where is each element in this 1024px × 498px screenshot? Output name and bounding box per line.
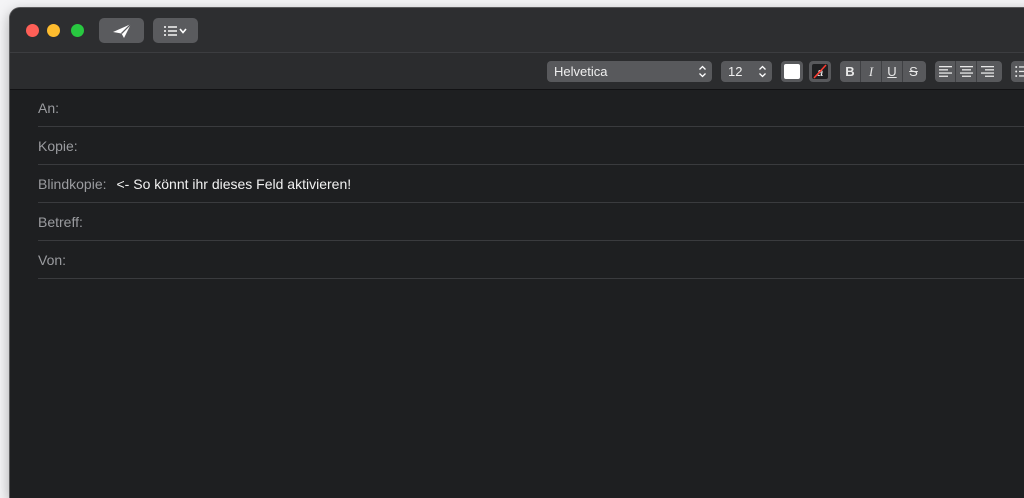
zoom-window-button[interactable] [71, 24, 84, 37]
subject-field[interactable]: Betreff: [38, 203, 1024, 241]
text-color-fill [784, 64, 800, 79]
bulleted-list-button[interactable] [1011, 61, 1024, 82]
paper-plane-icon [112, 23, 131, 38]
text-color-well[interactable] [781, 61, 803, 82]
background-color-fill: a [812, 64, 828, 79]
cc-label: Kopie: [38, 137, 78, 154]
font-family-popup[interactable]: Helvetica [547, 61, 712, 82]
align-right-icon [981, 66, 994, 77]
align-left-icon [938, 66, 952, 77]
close-window-button[interactable] [26, 24, 39, 37]
font-size-popup[interactable]: 12 [721, 61, 772, 82]
background-color-well[interactable]: a [809, 61, 831, 82]
strikethrough-button[interactable]: S [903, 61, 924, 82]
send-button[interactable] [99, 18, 144, 43]
header-fields: An: Kopie: Blindkopie: <- So könnt ihr d… [38, 89, 1024, 279]
text-style-control: B I U S [840, 61, 926, 82]
header-fields-menu-button[interactable] [153, 18, 198, 43]
title-bar [10, 8, 1024, 52]
bulleted-list-icon [1015, 66, 1024, 77]
from-label: Von: [38, 251, 67, 268]
font-family-value: Helvetica [554, 64, 608, 79]
alignment-control [935, 61, 1002, 82]
list-control [1011, 61, 1024, 82]
align-left-button[interactable] [935, 61, 956, 82]
cc-field[interactable]: Kopie: [38, 127, 1024, 165]
bold-button[interactable]: B [840, 61, 861, 82]
format-bar: Helvetica 12 a B I U S [10, 52, 1024, 90]
italic-button[interactable]: I [861, 61, 882, 82]
up-down-chevron-icon [759, 65, 766, 78]
compose-window: Helvetica 12 a B I U S An: Kopie: Blindk… [10, 8, 1024, 498]
align-right-button[interactable] [977, 61, 998, 82]
to-label: An: [38, 99, 60, 116]
underline-button[interactable]: U [882, 61, 903, 82]
message-body[interactable] [38, 283, 1024, 498]
up-down-chevron-icon [699, 65, 706, 78]
subject-label: Betreff: [38, 213, 83, 230]
bcc-label: Blindkopie: [38, 175, 107, 192]
to-field[interactable]: An: [38, 89, 1024, 127]
font-size-value: 12 [728, 64, 743, 79]
minimize-window-button[interactable] [47, 24, 60, 37]
bcc-value[interactable]: <- So könnt ihr dieses Feld aktivieren! [117, 176, 352, 192]
no-color-icon: a [813, 64, 827, 79]
bcc-field[interactable]: Blindkopie: <- So könnt ihr dieses Feld … [38, 165, 1024, 203]
list-chevron-icon [163, 25, 187, 36]
from-field[interactable]: Von: [38, 241, 1024, 279]
align-center-button[interactable] [956, 61, 977, 82]
align-center-icon [959, 66, 973, 77]
